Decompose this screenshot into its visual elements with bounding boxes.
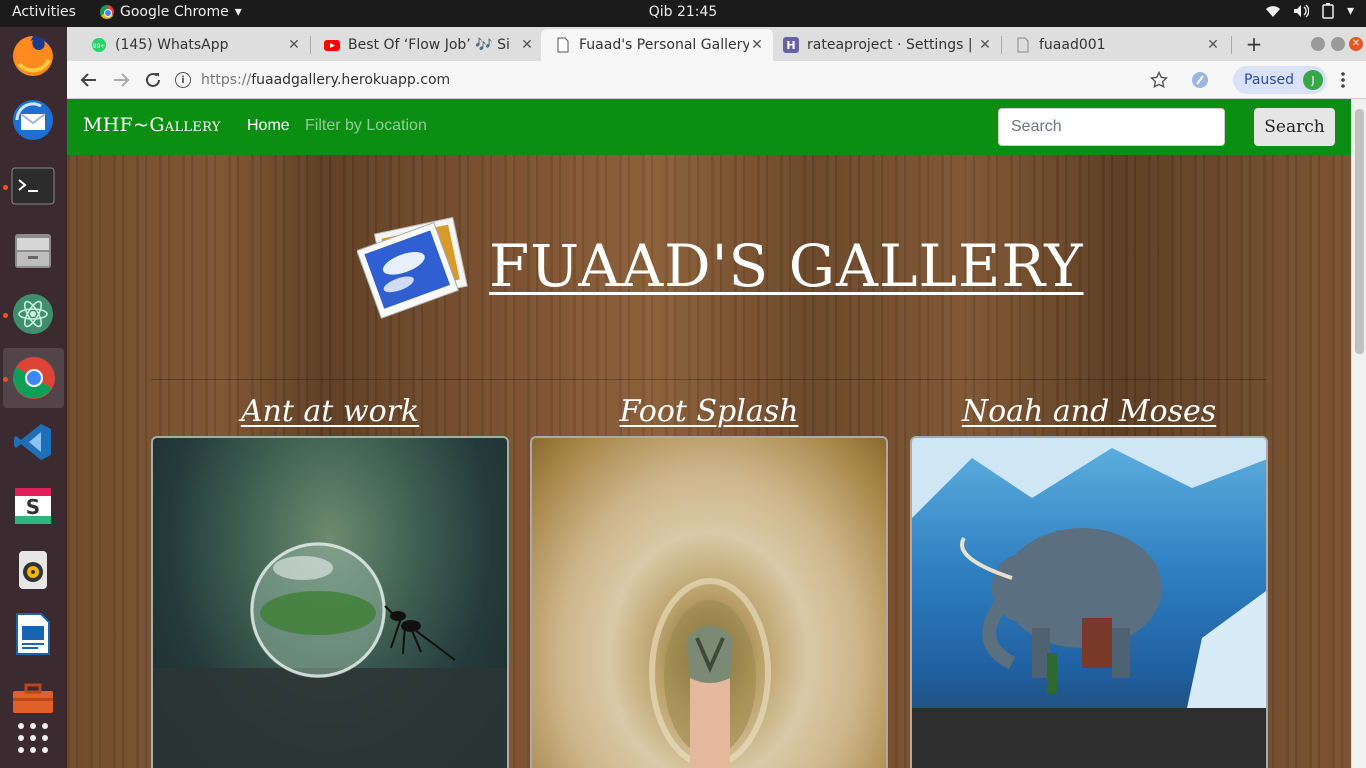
photo-image-ant[interactable] [151, 436, 509, 768]
close-window-button[interactable]: ✕ [1349, 37, 1363, 51]
whatsapp-icon: 99+ [92, 38, 106, 52]
app-menu-label: Google Chrome [120, 4, 229, 20]
svg-text:H: H [786, 39, 795, 52]
scrollbar-thumb[interactable] [1355, 109, 1364, 354]
files-icon[interactable] [10, 227, 56, 273]
system-menu-caret-icon: ▾ [1346, 3, 1354, 19]
tab-label: rateaproject · Settings | [807, 37, 973, 53]
url-host: fuaadgallery.herokuapp.com [251, 72, 451, 88]
tab-label: Fuaad's Personal Gallery [579, 37, 749, 53]
tab-label: (145) WhatsApp [115, 37, 229, 53]
photo-image-foot-splash[interactable] [530, 436, 888, 768]
divider [151, 379, 1267, 380]
browser-toolbar: i https:// fuaadgallery.herokuapp.com Pa… [67, 61, 1366, 99]
wifi-icon [1265, 6, 1280, 17]
rhythmbox-icon[interactable] [10, 547, 56, 593]
tab-strip: 99+ (145) WhatsApp ✕ Best Of ‘Flow Job’ … [67, 27, 1366, 61]
search-input[interactable] [998, 108, 1225, 146]
dock: S [0, 27, 67, 768]
mammoth-illustration [912, 438, 1266, 768]
hero-header: FUAAD'S GALLERY [357, 211, 1084, 321]
photo-title-link[interactable]: Foot Splash [530, 394, 888, 436]
clock[interactable]: Qib 21:45 [649, 4, 718, 20]
chrome-small-icon [100, 5, 114, 19]
firefox-icon[interactable] [10, 33, 56, 79]
maximize-button[interactable] [1331, 37, 1345, 51]
system-tray[interactable]: ▾ [1265, 3, 1354, 19]
tab-close-icon[interactable]: ✕ [519, 37, 535, 53]
youtube-icon [324, 40, 340, 51]
running-indicator [3, 377, 8, 382]
app-grid-icon[interactable] [10, 715, 56, 761]
vscode-icon[interactable] [10, 419, 56, 465]
activities-button[interactable]: Activities [12, 4, 76, 20]
page-icon [557, 37, 569, 53]
battery-icon [1322, 3, 1334, 19]
site-brand[interactable]: MHF~Gallery [83, 114, 221, 136]
photo-card: Ant at work [151, 394, 509, 768]
nav-home-link[interactable]: Home [247, 117, 290, 135]
foot-splash-illustration [649, 578, 771, 768]
tab-separator [1231, 36, 1232, 54]
profile-status: Paused [1244, 72, 1295, 88]
photo-title-link[interactable]: Ant at work [151, 394, 509, 436]
tab-fuaad-gallery[interactable]: Fuaad's Personal Gallery ✕ [541, 29, 773, 61]
photo-card: Foot Splash [530, 394, 888, 768]
url-protocol: https:// [201, 72, 252, 88]
page-icon [1017, 37, 1029, 53]
tab-youtube[interactable]: Best Of ‘Flow Job’ 🎶 Si ✕ [300, 29, 543, 61]
photo-title-link[interactable]: Noah and Moses [910, 394, 1268, 436]
tab-whatsapp[interactable]: 99+ (145) WhatsApp ✕ [67, 29, 310, 61]
tab-close-icon[interactable]: ✕ [749, 37, 765, 53]
terminal-icon[interactable] [10, 163, 56, 209]
libreoffice-impress-icon[interactable] [10, 611, 56, 657]
web-page: MHF~Gallery Home Filter by Location Sear… [67, 99, 1351, 768]
reload-icon[interactable] [141, 68, 165, 92]
thunderbird-icon[interactable] [10, 97, 56, 143]
address-bar[interactable]: i https:// fuaadgallery.herokuapp.com [175, 66, 1225, 94]
atom-icon[interactable] [10, 291, 56, 337]
site-info-icon[interactable]: i [175, 72, 191, 88]
tab-fuaad001[interactable]: fuaad001 ✕ [1001, 29, 1229, 61]
svg-text:S: S [26, 495, 40, 519]
app-menu[interactable]: Google Chrome ▾ [100, 4, 242, 20]
heroku-icon: H [783, 37, 799, 53]
tab-label: Best Of ‘Flow Job’ 🎶 Si [348, 37, 510, 53]
tab-heroku[interactable]: H rateaproject · Settings | ✕ [773, 29, 1001, 61]
minimize-button[interactable] [1311, 37, 1325, 51]
svg-text:99+: 99+ [93, 43, 106, 50]
nav-filter-location-link[interactable]: Filter by Location [305, 117, 427, 135]
running-indicator [3, 185, 8, 190]
page-scrollbar[interactable] [1351, 99, 1366, 768]
chrome-icon[interactable] [3, 348, 64, 408]
more-menu-icon[interactable] [1331, 68, 1355, 92]
search-button[interactable]: Search [1254, 108, 1335, 146]
avatar: J [1303, 70, 1323, 90]
extension-icon[interactable] [1188, 68, 1212, 92]
volume-icon [1293, 4, 1309, 18]
page-title[interactable]: FUAAD'S GALLERY [489, 232, 1084, 300]
tab-label: fuaad001 [1039, 37, 1106, 53]
slack-icon[interactable]: S [10, 483, 56, 529]
forward-arrow-icon[interactable] [109, 68, 133, 92]
tab-close-icon[interactable]: ✕ [977, 37, 993, 53]
new-tab-button[interactable]: + [1243, 33, 1265, 55]
caret-down-icon: ▾ [234, 4, 242, 20]
photo-card: Noah and Moses [910, 394, 1268, 768]
system-top-bar: Activities Google Chrome ▾ Qib 21:45 ▾ [0, 0, 1366, 27]
photo-image-noah-and-moses[interactable] [910, 436, 1268, 768]
chrome-window: 99+ (145) WhatsApp ✕ Best Of ‘Flow Job’ … [67, 27, 1366, 768]
ant-droplet-illustration [153, 542, 507, 768]
tab-close-icon[interactable]: ✕ [1205, 37, 1221, 53]
photos-gallery-icon [357, 216, 468, 319]
running-indicator [3, 313, 8, 318]
profile-paused-button[interactable]: Paused J [1233, 66, 1327, 94]
bookmark-star-icon[interactable] [1147, 68, 1171, 92]
back-arrow-icon[interactable] [77, 68, 101, 92]
site-navbar: MHF~Gallery Home Filter by Location Sear… [67, 99, 1351, 155]
